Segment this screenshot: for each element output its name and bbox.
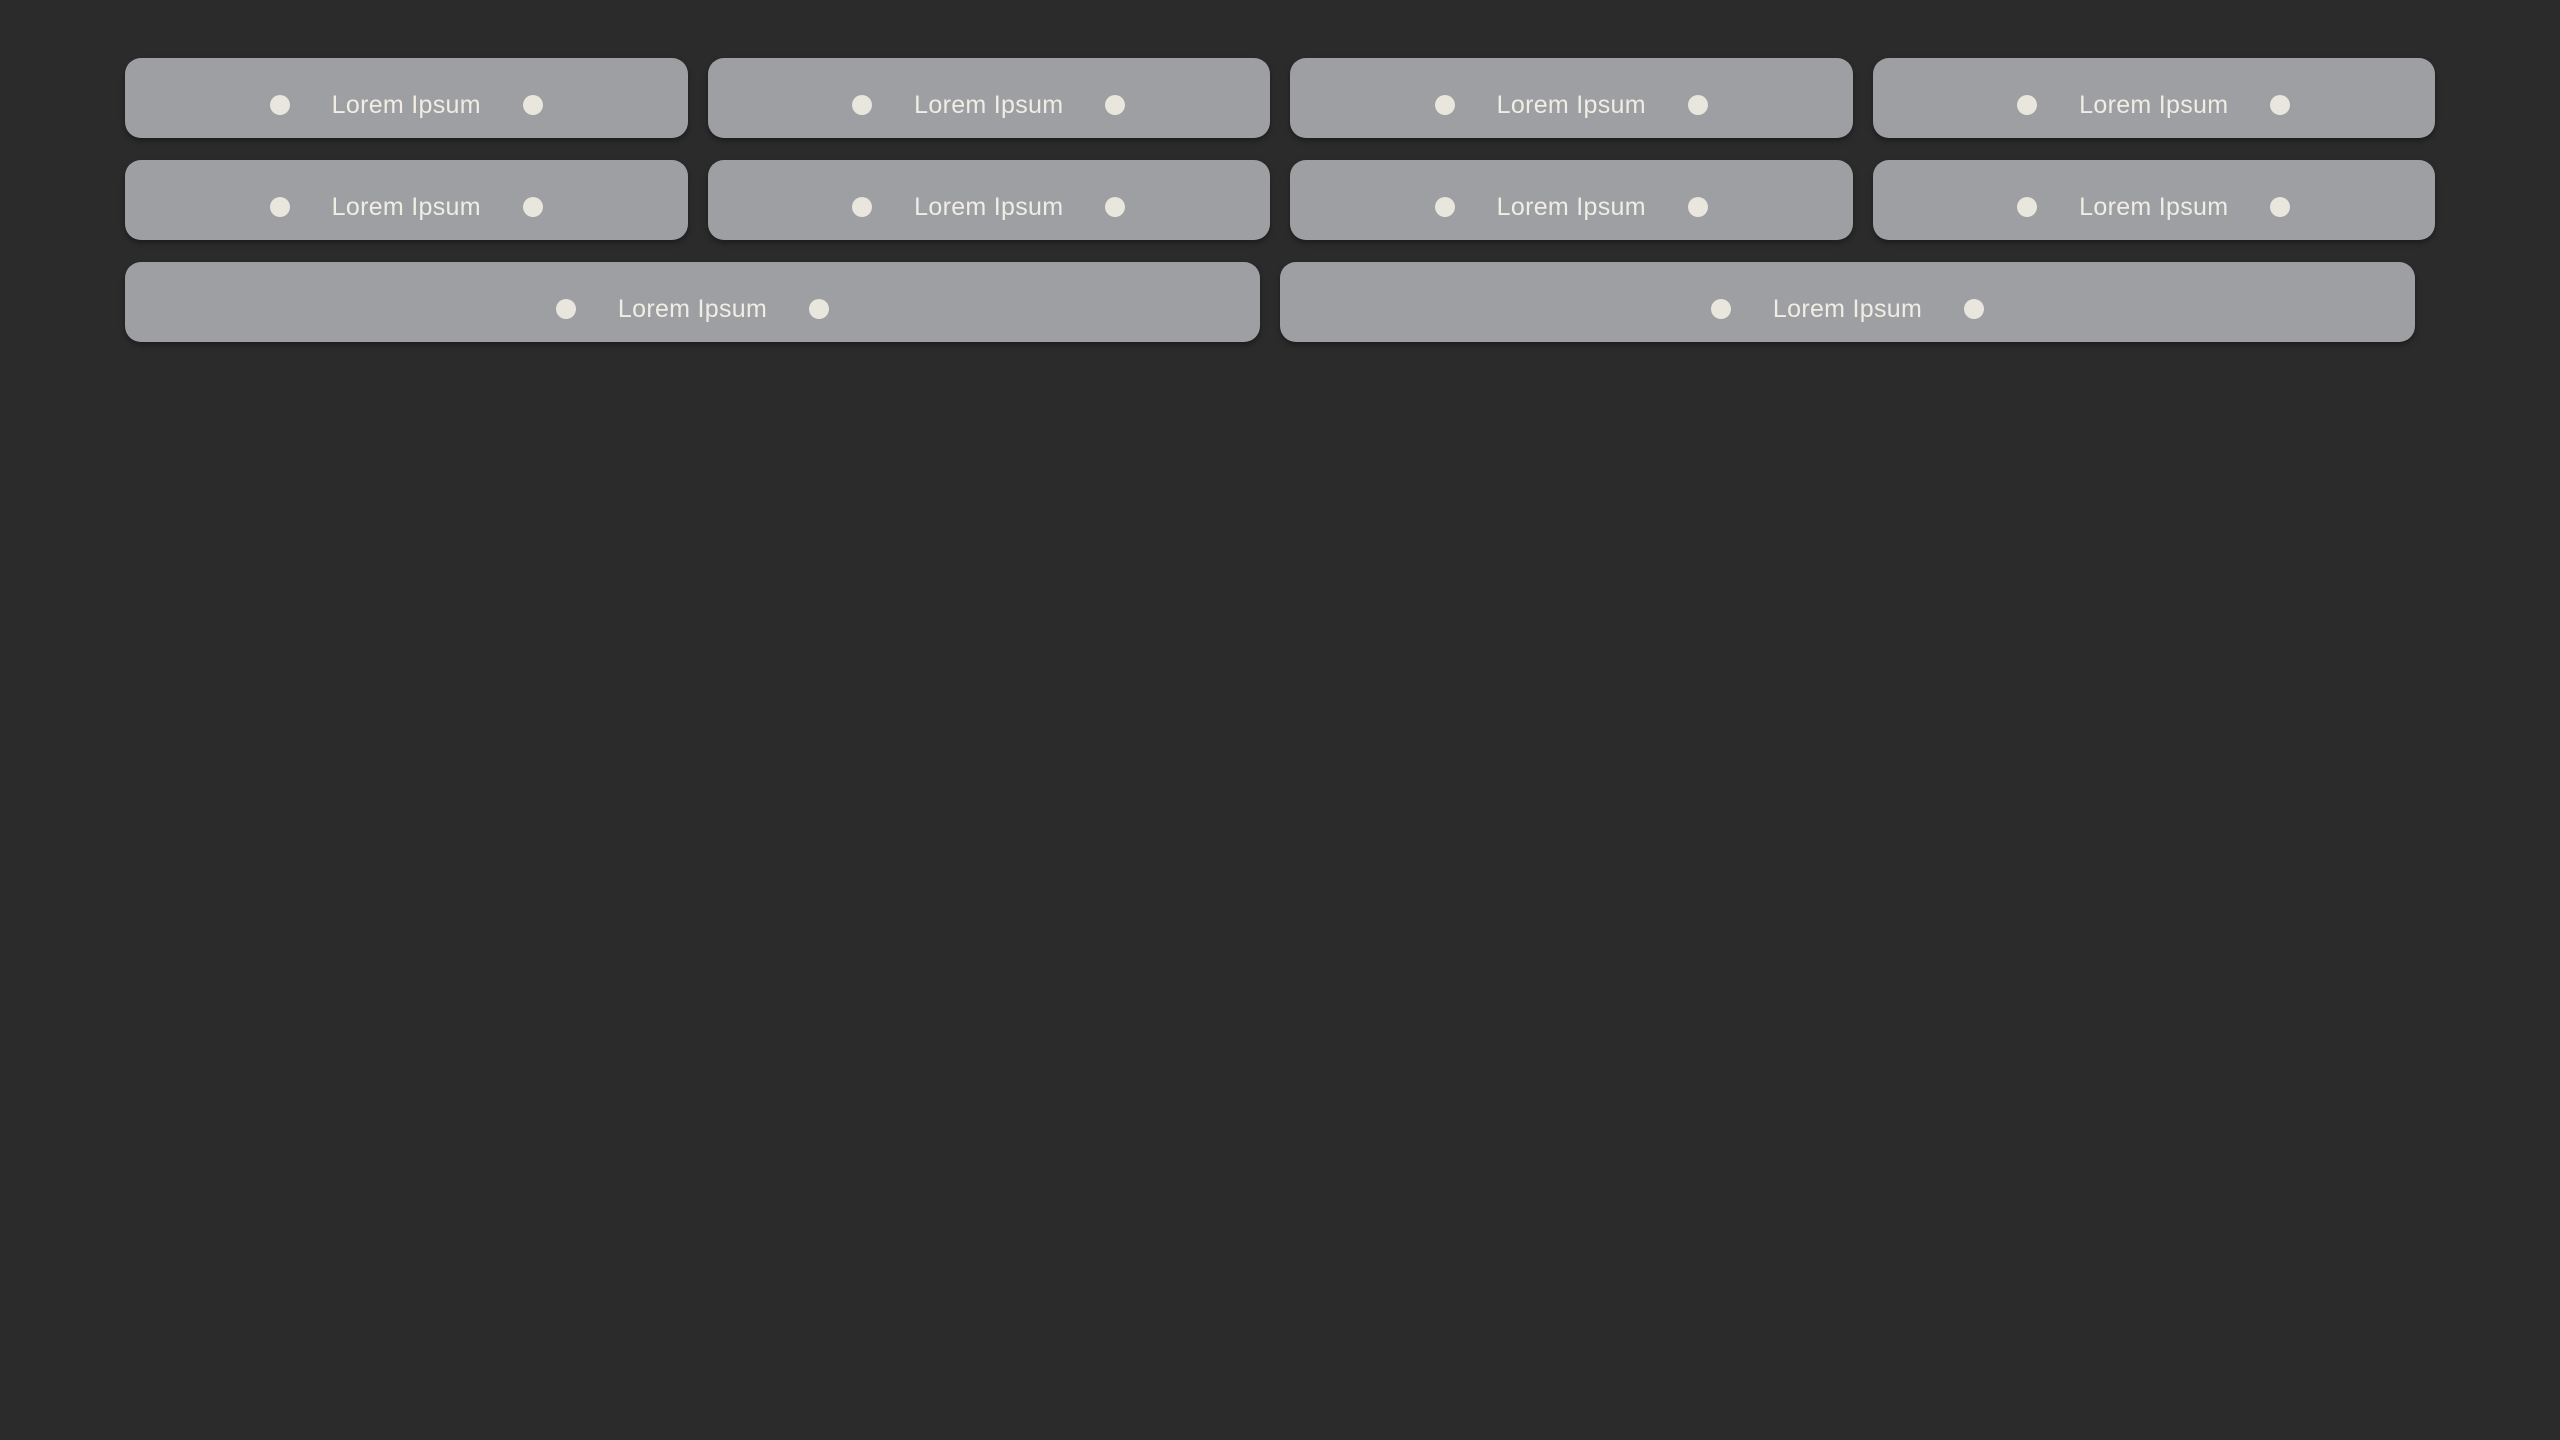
- right-dot-icon[interactable]: [1105, 95, 1126, 115]
- panel-caption: Lorem Ipsum: [331, 192, 481, 221]
- panel-waffle-chart[interactable]: Lorem ipsum dolor sit amet, consectetur …: [1872, 58, 2435, 138]
- left-dot-icon[interactable]: [852, 197, 873, 217]
- left-dot-icon[interactable]: [2017, 95, 2038, 115]
- left-dot-icon[interactable]: [269, 95, 290, 115]
- panel-line-chart[interactable]: 012345678910 10010000 Lorem Ipsum: [125, 160, 688, 240]
- device-footer: Lorem Ipsum: [722, 72, 1257, 138]
- right-dot-icon[interactable]: [1687, 95, 1708, 115]
- left-dot-icon[interactable]: [1710, 299, 1731, 319]
- panel-row-1: 0102030405060708090100 101000 Lorem ipsu…: [125, 58, 2435, 138]
- device-footer: Lorem Ipsum: [1304, 72, 1839, 138]
- left-dot-icon[interactable]: [269, 197, 290, 217]
- panel-org-chart[interactable]: Brand DesignWeb MarketingMarketingSocial…: [1280, 262, 2415, 342]
- right-dot-icon[interactable]: [2270, 95, 2291, 115]
- panel-caption: Lorem Ipsum: [914, 192, 1064, 221]
- left-dot-icon[interactable]: [2017, 197, 2038, 217]
- right-dot-icon[interactable]: [1687, 197, 1708, 217]
- device-footer: Lorem Ipsum: [1887, 174, 2422, 240]
- panel-caption: Lorem Ipsum: [914, 90, 1064, 119]
- right-dot-icon[interactable]: [809, 299, 830, 319]
- left-dot-icon[interactable]: [1434, 197, 1455, 217]
- panel-donut-chart[interactable]: 45%25%15%10% Lorem ipsum: Lorem ipsum do…: [1290, 58, 1853, 138]
- panel-grouped-bar-chart[interactable]: 0102030405060708090100 10203040506070809…: [707, 58, 1270, 138]
- panel-venn-diagram[interactable]: Maecenas consequat eros nec sem ullamcor…: [125, 262, 1260, 342]
- left-dot-icon[interactable]: [852, 95, 873, 115]
- panel-row-2: 012345678910 10010000 Lorem Ipsum 010203: [125, 160, 2435, 240]
- device-footer: Lorem Ipsum: [139, 276, 1246, 342]
- panel-bar-chart[interactable]: 0102030405060708090100 101000 Lorem ipsu…: [125, 58, 688, 138]
- device-footer: Lorem Ipsum: [139, 72, 674, 138]
- right-dot-icon[interactable]: [522, 197, 543, 217]
- device-footer: Lorem Ipsum: [139, 174, 674, 240]
- device-footer: Lorem Ipsum: [1294, 276, 2401, 342]
- panel-caption: Lorem Ipsum: [2079, 192, 2229, 221]
- panel-area-chart[interactable]: 0102030405060 5/1/20026/1/20027/1/20028/…: [707, 160, 1270, 240]
- panel-caption: Lorem Ipsum: [617, 294, 768, 323]
- infographic-board: 0102030405060708090100 101000 Lorem ipsu…: [0, 0, 2560, 1440]
- device-footer: Lorem Ipsum: [1887, 72, 2422, 138]
- panel-bubble-chart[interactable]: 10% Nulla dictum mi. 16% Nulla dictum mi…: [1290, 160, 1853, 240]
- device-footer: Lorem Ipsum: [1304, 174, 1839, 240]
- right-dot-icon[interactable]: [1964, 299, 1985, 319]
- left-dot-icon[interactable]: [555, 299, 576, 319]
- panel-caption: Lorem Ipsum: [2079, 90, 2229, 119]
- right-dot-icon[interactable]: [1105, 197, 1126, 217]
- right-dot-icon[interactable]: [522, 95, 543, 115]
- panel-caption: Lorem Ipsum: [331, 90, 481, 119]
- panel-caption: Lorem Ipsum: [1772, 294, 1923, 323]
- device-footer: Lorem Ipsum: [722, 174, 1257, 240]
- right-dot-icon[interactable]: [2270, 197, 2291, 217]
- panel-caption: Lorem Ipsum: [1496, 192, 1646, 221]
- panel-world-map[interactable]: Maecenas consequat eros nec sem ullamcor…: [1872, 160, 2435, 240]
- panel-row-3: Maecenas consequat eros nec sem ullamcor…: [125, 262, 2435, 342]
- panel-caption: Lorem Ipsum: [1496, 90, 1646, 119]
- left-dot-icon[interactable]: [1434, 95, 1455, 115]
